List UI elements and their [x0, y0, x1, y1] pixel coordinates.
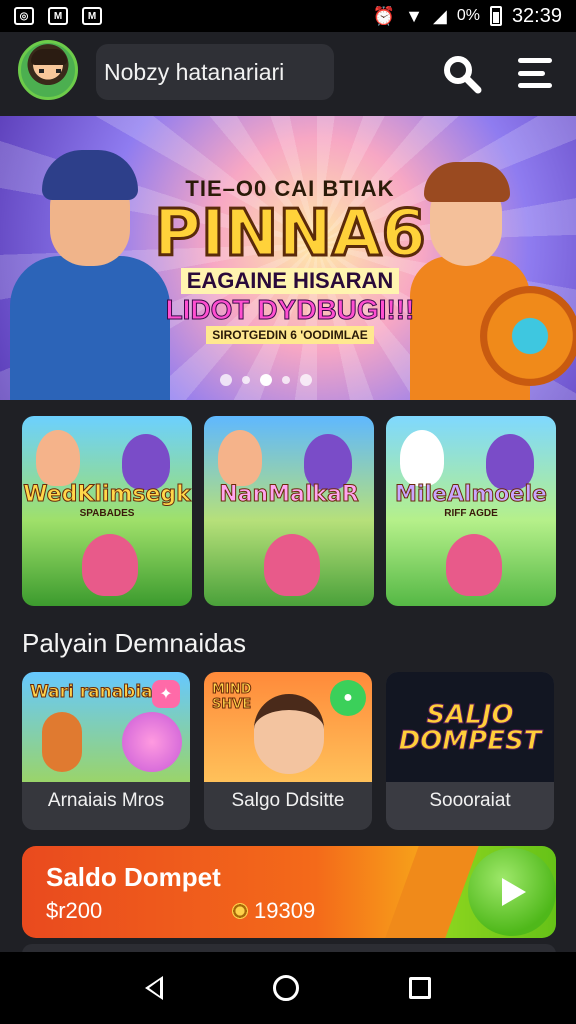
wallet-coins: 19309	[232, 898, 315, 924]
hero-banner[interactable]: TIE–O0 CAI BTIAK PINNA6 EAGAINE HISARAN …	[0, 116, 576, 400]
app-header: Nobzy hatanariari	[0, 32, 576, 116]
recommended-tile[interactable]: SALJO DOMPEST Soooraiat	[386, 672, 554, 830]
featured-games-row: WedKlimsegk SPABADES NanMalkaR MileAlmoe…	[22, 416, 556, 606]
gamepad-icon: ✦	[152, 680, 180, 708]
wifi-icon: ▼	[405, 5, 423, 26]
search-icon[interactable]	[442, 54, 482, 94]
carousel-dot[interactable]	[242, 376, 250, 384]
tile-ball	[122, 712, 182, 772]
tile-label: Soooraiat	[429, 790, 511, 811]
search-field-text: Nobzy hatanariari	[104, 58, 285, 85]
controller-icon: ●	[330, 680, 366, 716]
menu-icon[interactable]	[518, 58, 552, 88]
search-field[interactable]: Nobzy hatanariari	[96, 44, 334, 100]
game-character	[218, 430, 262, 486]
tile-label: Arnaiais Mros	[47, 790, 165, 811]
game-character	[400, 430, 444, 486]
game-card-subtitle: SPABADES	[79, 508, 135, 519]
home-icon[interactable]	[273, 975, 299, 1001]
coin-icon	[232, 903, 248, 919]
character-gadget	[480, 286, 576, 386]
game-card[interactable]: MileAlmoele RIFF AGDE	[386, 416, 556, 606]
notification-m-icon: M	[48, 7, 68, 25]
game-character	[264, 534, 320, 596]
clock: 32:39	[511, 4, 562, 27]
game-card[interactable]: NanMalkaR	[204, 416, 374, 606]
carousel-dots	[220, 374, 312, 386]
game-card-subtitle: RIFF AGDE	[444, 508, 498, 519]
game-card-title: NanMalkaR	[219, 482, 360, 508]
game-character	[82, 534, 138, 596]
wallet-banner[interactable]: Saldo Dompet $r200 19309	[22, 846, 556, 938]
hero-title-block: TIE–O0 CAI BTIAK PINNA6 EAGAINE HISARAN …	[150, 176, 430, 344]
recommended-tile[interactable]: Wari ranabiai ✦ Arnaiais Mros	[22, 672, 190, 830]
wallet-coins-value: 19309	[254, 898, 316, 923]
tile-label: Salgo Ddsitte	[231, 790, 345, 811]
section-title: Palyain Demnaidas	[22, 628, 247, 658]
instagram-icon: ◎	[14, 7, 34, 25]
recommended-tiles: Wari ranabiai ✦ Arnaiais Mros MIND SHVE …	[22, 672, 556, 832]
carousel-dot[interactable]	[300, 374, 312, 386]
play-icon[interactable]	[468, 848, 556, 936]
tile-character	[42, 712, 82, 772]
tile-logo: SALJO DOMPEST	[398, 700, 542, 756]
wallet-decoration	[385, 846, 479, 938]
avatar[interactable]	[18, 40, 78, 100]
back-icon[interactable]	[145, 976, 163, 1000]
menu-line	[518, 58, 552, 63]
wallet-amount: $r200	[46, 898, 103, 923]
hero-title: PINNA6	[153, 197, 428, 271]
avatar-hair	[31, 49, 67, 65]
battery-icon	[489, 6, 502, 26]
game-card[interactable]: WedKlimsegk SPABADES	[22, 416, 192, 606]
app-screen: ◎ M M ⏰ ▼ ◢ 0% 32:39 Nobzy hatanariari T…	[0, 0, 576, 1024]
game-character	[446, 534, 502, 596]
hero-subtitle-accent: LIDOT DYDBUGI!!!	[165, 294, 415, 326]
menu-line	[518, 83, 552, 88]
signal-icon: ◢	[432, 5, 447, 26]
carousel-dot[interactable]	[282, 376, 290, 384]
status-bar: ◎ M M ⏰ ▼ ◢ 0% 32:39	[0, 0, 576, 32]
hero-character-left	[0, 136, 170, 400]
game-character	[36, 430, 80, 486]
notification-m-icon: M	[82, 7, 102, 25]
character-hair	[424, 162, 510, 202]
avatar-eyes	[39, 69, 61, 73]
character-hair	[42, 150, 138, 200]
tile-thumb-title: MIND SHVE	[212, 682, 252, 713]
wallet-title: Saldo Dompet	[46, 862, 221, 892]
recent-apps-icon[interactable]	[409, 977, 431, 999]
hero-tagline: SIROTGEDIN 6 'OODIMLAE	[206, 326, 374, 344]
navigation-bar	[0, 952, 576, 1024]
menu-line	[518, 70, 546, 76]
carousel-dot[interactable]	[260, 374, 272, 386]
carousel-dot[interactable]	[220, 374, 232, 386]
battery-percent: 0%	[456, 7, 480, 24]
game-card-title: WedKlimsegk	[23, 482, 192, 508]
hero-subtitle: EAGAINE HISARAN	[180, 268, 400, 294]
game-card-title: MileAlmoele	[395, 482, 548, 508]
alarm-icon: ⏰	[372, 5, 396, 26]
character-body	[10, 256, 170, 400]
recommended-tile[interactable]: MIND SHVE ● Salgo Ddsitte	[204, 672, 372, 830]
